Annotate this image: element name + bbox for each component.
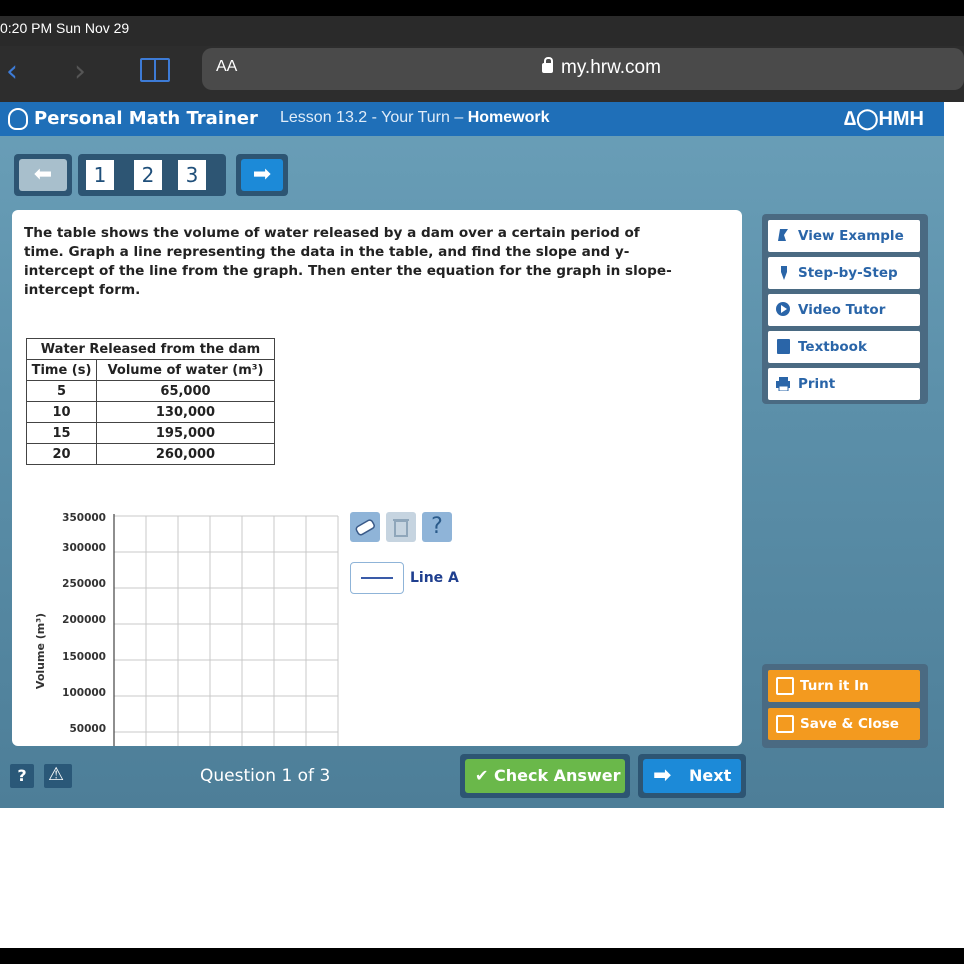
y-tick-label: 350000 [62, 512, 106, 524]
graph-tools: ? [350, 512, 452, 548]
eraser-button[interactable] [350, 512, 380, 542]
graph-help-button[interactable]: ? [422, 512, 452, 542]
y-tick-label: 250000 [62, 578, 106, 590]
step-by-step-label: Step-by-Step [798, 265, 898, 281]
eraser-icon [355, 519, 375, 536]
warning-icon[interactable] [44, 764, 72, 788]
question-counter: Question 1 of 3 [200, 766, 331, 786]
y-tick-label: 200000 [62, 614, 106, 626]
question-selector: 1 2 3 [78, 154, 226, 196]
video-tutor-button[interactable]: Video Tutor [768, 294, 920, 326]
cell-volume: 65,000 [96, 380, 275, 402]
graph-grid [113, 515, 339, 746]
save-icon [776, 715, 794, 733]
view-example-button[interactable]: View Example [768, 220, 920, 252]
cell-time: 15 [26, 422, 97, 444]
save-close-button[interactable]: Save & Close [768, 708, 920, 740]
check-answer-button[interactable]: ✔ Check Answer [460, 754, 630, 798]
lock-icon [542, 57, 553, 73]
y-tick-label: 150000 [62, 651, 106, 663]
y-tick-label: 100000 [62, 687, 106, 699]
delete-button[interactable] [386, 512, 416, 542]
submit-sidebar: Turn it In Save & Close [762, 664, 928, 748]
step-by-step-button[interactable]: Step-by-Step [768, 257, 920, 289]
print-label: Print [798, 376, 836, 392]
back-icon[interactable]: ‹ [6, 54, 18, 89]
help-sidebar: View Example Step-by-Step Video Tutor Te… [762, 214, 928, 404]
cell-volume: 195,000 [96, 422, 275, 444]
save-close-label: Save & Close [800, 716, 899, 732]
question-prompt: The table shows the volume of water rele… [24, 225, 672, 298]
app-window: Personal Math Trainer Lesson 13.2 - Your… [0, 102, 944, 808]
line-a-button[interactable] [350, 562, 404, 594]
trash-icon [393, 519, 409, 537]
url-text: my.hrw.com [542, 57, 661, 79]
help-button[interactable]: ? [10, 764, 34, 788]
turn-it-in-button[interactable]: Turn it In [768, 670, 920, 702]
question-panel: The table shows the volume of water rele… [12, 210, 742, 746]
table-row: 20 260,000 [26, 443, 275, 465]
page-margin [944, 102, 964, 808]
check-answer-label: ✔ Check Answer [465, 759, 625, 793]
forward-icon[interactable]: › [74, 54, 86, 89]
bookmarks-icon[interactable] [140, 58, 170, 82]
data-table: Water Released from the dam Time (s) Vol… [26, 338, 275, 465]
view-example-icon [778, 229, 788, 241]
brand-logo-icon [8, 108, 28, 130]
textbook-label: Textbook [798, 339, 867, 355]
browser-toolbar: ‹ › AA my.hrw.com [0, 46, 964, 102]
assignment-label: Homework [467, 109, 550, 126]
status-time: 0:20 PM Sun Nov 29 [0, 20, 130, 36]
address-bar[interactable]: AA my.hrw.com [202, 48, 964, 90]
next-button[interactable]: Next [638, 754, 746, 798]
lesson-label: Lesson 13.2 - Your Turn – [280, 109, 464, 126]
next-question-button[interactable]: ➡ [236, 154, 288, 196]
status-bar: 0:20 PM Sun Nov 29 [0, 0, 964, 46]
question-1-button[interactable]: 1 [86, 160, 114, 190]
cell-time: 20 [26, 443, 97, 465]
table-row: 10 130,000 [26, 401, 275, 423]
text-size-button[interactable]: AA [216, 58, 237, 76]
turn-in-label: Turn it In [800, 678, 869, 694]
view-example-label: View Example [798, 228, 904, 244]
step-by-step-icon [781, 266, 787, 280]
table-header-time: Time (s) [26, 359, 97, 381]
table-caption: Water Released from the dam [26, 338, 275, 360]
line-a-label: Line A [410, 570, 459, 586]
turn-in-icon [776, 677, 794, 695]
next-label: Next [643, 759, 741, 793]
textbook-icon [777, 339, 790, 354]
print-button[interactable]: Print [768, 368, 920, 400]
play-icon [776, 302, 790, 316]
y-tick-label: 300000 [62, 542, 106, 554]
printer-icon [776, 377, 790, 391]
cell-time: 5 [26, 380, 97, 402]
question-3-button[interactable]: 3 [178, 160, 206, 190]
brand-title: Personal Math Trainer [34, 108, 258, 129]
cell-time: 10 [26, 401, 97, 423]
y-axis-label: Volume (m³) [34, 613, 47, 689]
video-tutor-label: Video Tutor [798, 302, 886, 318]
graph-canvas[interactable]: 350000 300000 250000 200000 150000 10000… [30, 506, 350, 746]
publisher-logo: ∆◯HMH [843, 108, 924, 130]
table-row: 5 65,000 [26, 380, 275, 402]
arrow-left-icon: ⬅ [19, 159, 67, 191]
table-row: 15 195,000 [26, 422, 275, 444]
cell-volume: 130,000 [96, 401, 275, 423]
app-header: Personal Math Trainer Lesson 13.2 - Your… [0, 102, 944, 136]
y-tick-label: 50000 [69, 723, 106, 735]
lesson-title: Lesson 13.2 - Your Turn – Homework [280, 109, 550, 127]
table-header-volume: Volume of water (m³) [96, 359, 275, 381]
textbook-button[interactable]: Textbook [768, 331, 920, 363]
url-label: my.hrw.com [561, 57, 661, 78]
cell-volume: 260,000 [96, 443, 275, 465]
prev-question-button[interactable]: ⬅ [14, 154, 72, 196]
question-2-button[interactable]: 2 [134, 160, 162, 190]
page-blank-area [0, 808, 964, 964]
arrow-right-icon: ➡ [241, 159, 283, 191]
